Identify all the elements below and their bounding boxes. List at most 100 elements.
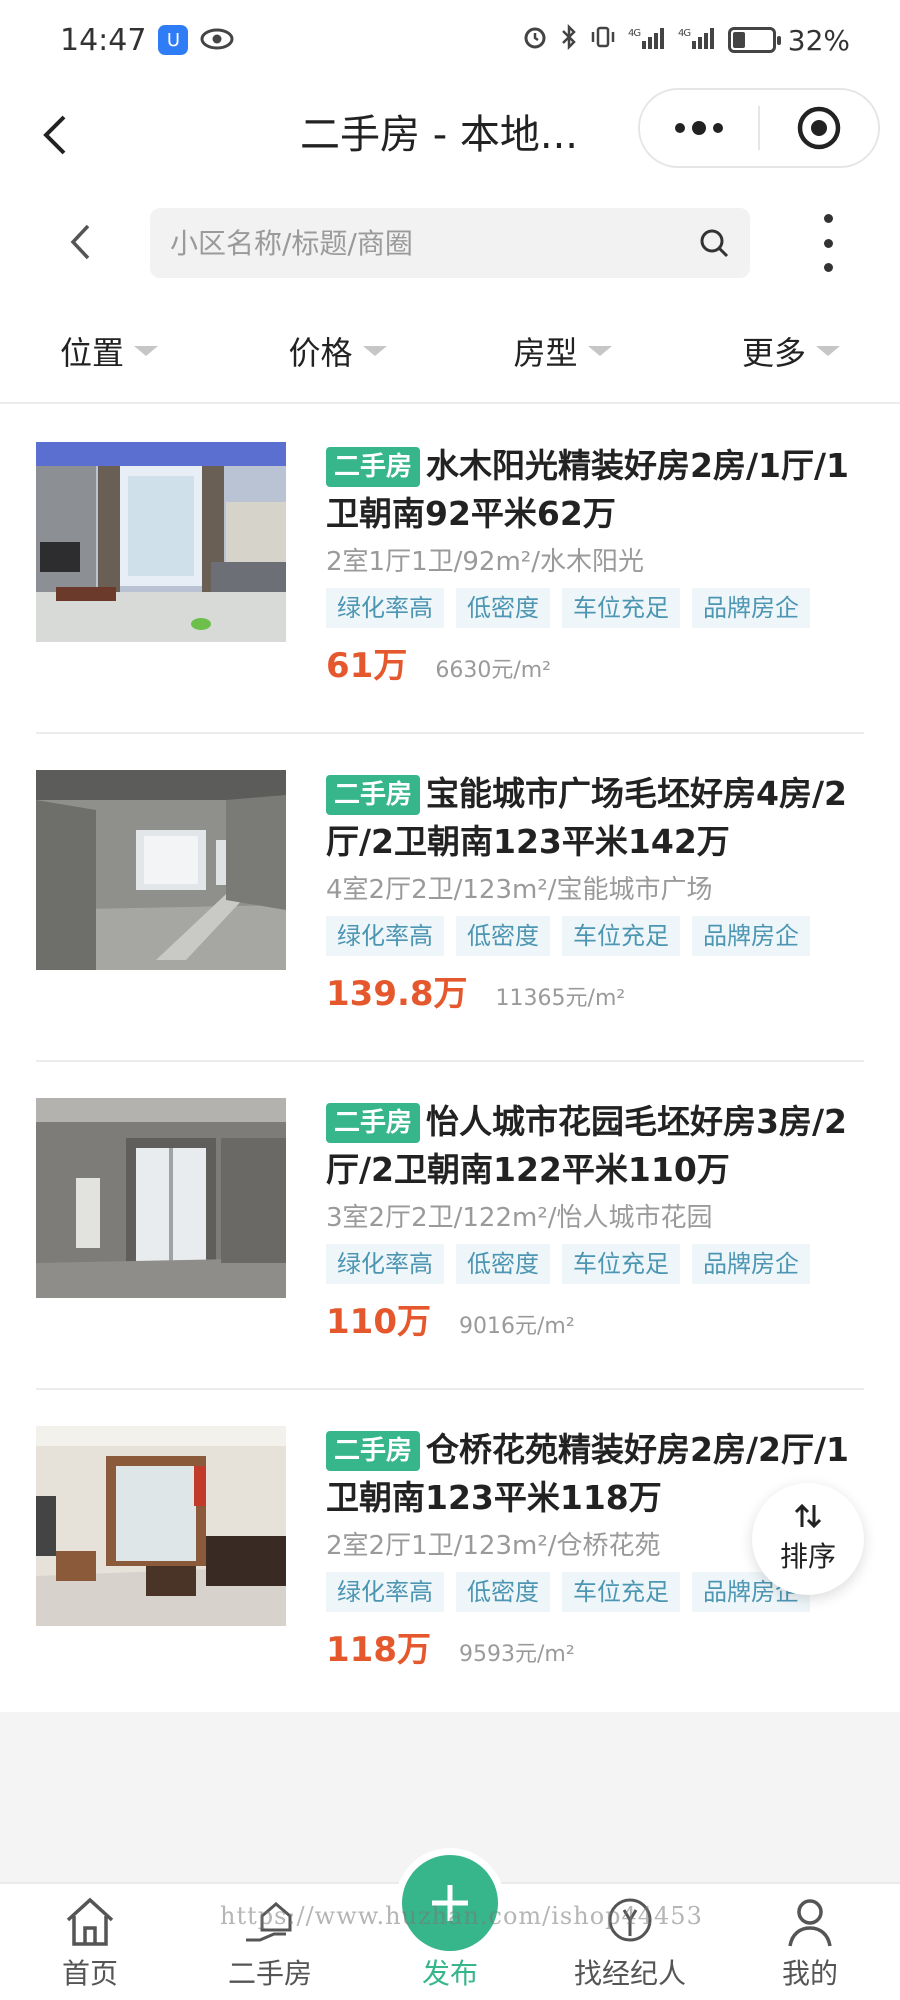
feature-tag: 品牌房企 xyxy=(692,588,810,628)
sort-label: 排序 xyxy=(779,1540,836,1573)
target-icon xyxy=(797,106,841,150)
price-row: 118万 9593元/m² xyxy=(326,1622,876,1671)
status-left: 14:47 U xyxy=(60,23,234,58)
listing-type-tag: 二手房 xyxy=(326,1431,421,1471)
feature-tag: 绿化率高 xyxy=(326,1572,444,1612)
tab-label: 首页 xyxy=(61,1957,118,1990)
filter-more[interactable]: 更多 xyxy=(675,300,900,402)
listing-type-tag: 二手房 xyxy=(326,775,421,815)
tab-profile[interactable]: 我的 xyxy=(720,1884,900,2000)
sort-arrows-icon xyxy=(794,1503,822,1529)
listing-photo xyxy=(36,1426,286,1626)
title-bar: 二手房 - 本地... xyxy=(0,80,900,190)
bottom-tab-bar: 首页 二手房 发布 找经纪人 我的 xyxy=(0,1848,900,2000)
status-time: 14:47 xyxy=(60,22,147,58)
chevron-left-icon xyxy=(70,224,90,260)
listing-unit-price: 11365元/m² xyxy=(495,986,626,1011)
feature-tag: 低密度 xyxy=(456,1244,550,1284)
listing-title-line: 二手房 怡人城市花园毛坯好房3房/2厅/2卫朝南122平米110万 xyxy=(326,1098,876,1194)
caret-down-icon xyxy=(816,346,840,356)
tab-label: 找经纪人 xyxy=(573,1957,686,1990)
filter-label: 价格 xyxy=(288,334,353,372)
listing-item[interactable]: 二手房 水木阳光精装好房2房/1厅/1卫朝南92平米62万 2室1厅1卫/92m²… xyxy=(36,406,864,734)
bluetooth-icon xyxy=(560,23,578,57)
listing-price: 118万 xyxy=(326,1630,431,1670)
listing-spec: 4室2厅2卫/123m²/宝能城市广场 xyxy=(326,875,713,905)
eye-icon xyxy=(200,23,234,58)
listing-tags: 绿化率高 低密度 车位充足 品牌房企 xyxy=(326,916,876,956)
feature-tag: 绿化率高 xyxy=(326,588,444,628)
tab-label: 二手房 xyxy=(227,1957,312,1990)
listing-tags: 绿化率高 低密度 车位充足 品牌房企 xyxy=(326,1244,876,1284)
tab-home[interactable]: 首页 xyxy=(0,1884,180,2000)
feature-tag: 绿化率高 xyxy=(326,916,444,956)
listing-title-line: 二手房 水木阳光精装好房2房/1厅/1卫朝南92平米62万 xyxy=(326,442,876,538)
listing-unit-price: 9593元/m² xyxy=(458,1642,575,1667)
search-input[interactable] xyxy=(170,226,698,260)
feature-tag: 车位充足 xyxy=(562,588,680,628)
battery-fill xyxy=(732,32,745,48)
home-icon xyxy=(66,1897,114,1946)
watermark-text: https://www.huzhan.com/ishop44453 xyxy=(220,1902,703,1930)
back-button[interactable] xyxy=(30,105,80,165)
listing-type-tag: 二手房 xyxy=(326,447,421,487)
listing-info: 二手房 宝能城市广场毛坯好房4房/2厅/2卫朝南123平米142万 4室2厅2卫/… xyxy=(326,770,876,1015)
listing-spec: 3室2厅2卫/122m²/怡人城市花园 xyxy=(326,1203,713,1233)
listing-item[interactable]: 二手房 宝能城市广场毛坯好房4房/2厅/2卫朝南123平米142万 4室2厅2卫/… xyxy=(36,734,864,1062)
filter-bar: 位置 价格 房型 更多 xyxy=(0,300,900,404)
caret-down-icon xyxy=(587,346,612,356)
listing-unit-price: 9016元/m² xyxy=(458,1314,575,1339)
more-button[interactable] xyxy=(640,90,758,166)
app-notification-icon: U xyxy=(158,25,189,55)
listing-tags: 绿化率高 低密度 车位充足 品牌房企 xyxy=(326,588,876,628)
alarm-icon xyxy=(522,24,548,57)
listing-item[interactable]: 二手房 仓桥花苑精装好房2房/2厅/1卫朝南123平米118万 2室2厅1卫/12… xyxy=(36,1390,864,1718)
close-miniprogram-button[interactable] xyxy=(760,90,878,166)
feature-tag: 绿化率高 xyxy=(326,1244,444,1284)
dot xyxy=(823,238,833,248)
feature-tag: 车位充足 xyxy=(562,1244,680,1284)
price-row: 110万 9016元/m² xyxy=(326,1294,876,1343)
listing-type-tag: 二手房 xyxy=(326,1103,421,1143)
listing-price: 61万 xyxy=(326,646,408,686)
listing-item[interactable]: 二手房 怡人城市花园毛坯好房3房/2厅/2卫朝南122平米110万 3室2厅2卫/… xyxy=(36,1062,864,1390)
feature-tag: 低密度 xyxy=(456,916,550,956)
signal-4g-icon: 4G xyxy=(628,25,666,55)
search-icon[interactable] xyxy=(698,227,730,259)
signal-4g-icon-2: 4G xyxy=(678,25,716,55)
miniprogram-capsule xyxy=(638,88,880,168)
filter-label: 更多 xyxy=(741,334,806,372)
user-icon xyxy=(788,1899,832,1947)
listing-price: 139.8万 xyxy=(326,974,468,1014)
search-back-button[interactable] xyxy=(55,212,105,272)
feature-tag: 低密度 xyxy=(456,1572,550,1612)
filter-location[interactable]: 位置 xyxy=(0,300,225,402)
svg-text:4G: 4G xyxy=(678,28,690,39)
filter-price[interactable]: 价格 xyxy=(225,300,450,402)
feature-tag: 车位充足 xyxy=(562,916,680,956)
status-bar: 14:47 U 4G 4G 32% xyxy=(0,0,900,80)
price-row: 61万 6630元/m² xyxy=(326,638,876,687)
dot xyxy=(823,214,833,223)
battery-icon xyxy=(727,27,781,53)
filter-room-type[interactable]: 房型 xyxy=(450,300,675,402)
feature-tag: 品牌房企 xyxy=(692,916,810,956)
more-dots-icon xyxy=(675,121,723,135)
listing-title-line: 二手房 宝能城市广场毛坯好房4房/2厅/2卫朝南123平米142万 xyxy=(326,770,876,866)
search-row xyxy=(0,190,900,300)
listing-info: 二手房 怡人城市花园毛坯好房3房/2厅/2卫朝南122平米110万 3室2厅2卫/… xyxy=(326,1098,876,1343)
feature-tag: 低密度 xyxy=(456,588,550,628)
feature-tag: 品牌房企 xyxy=(692,1244,810,1284)
tab-label: 我的 xyxy=(781,1957,838,1990)
dot xyxy=(823,263,833,272)
search-box[interactable] xyxy=(150,208,750,278)
listing-photo xyxy=(36,770,286,970)
listing-spec: 2室1厅1卫/92m²/水木阳光 xyxy=(326,547,644,577)
sort-button[interactable]: 排序 xyxy=(752,1483,864,1595)
tab-label: 发布 xyxy=(421,1957,478,1990)
filter-label: 位置 xyxy=(60,334,125,372)
more-vertical-button[interactable] xyxy=(808,210,848,276)
chevron-left-icon xyxy=(43,115,66,155)
vibrate-icon xyxy=(590,24,616,57)
page-title: 二手房 - 本地... xyxy=(300,112,579,158)
